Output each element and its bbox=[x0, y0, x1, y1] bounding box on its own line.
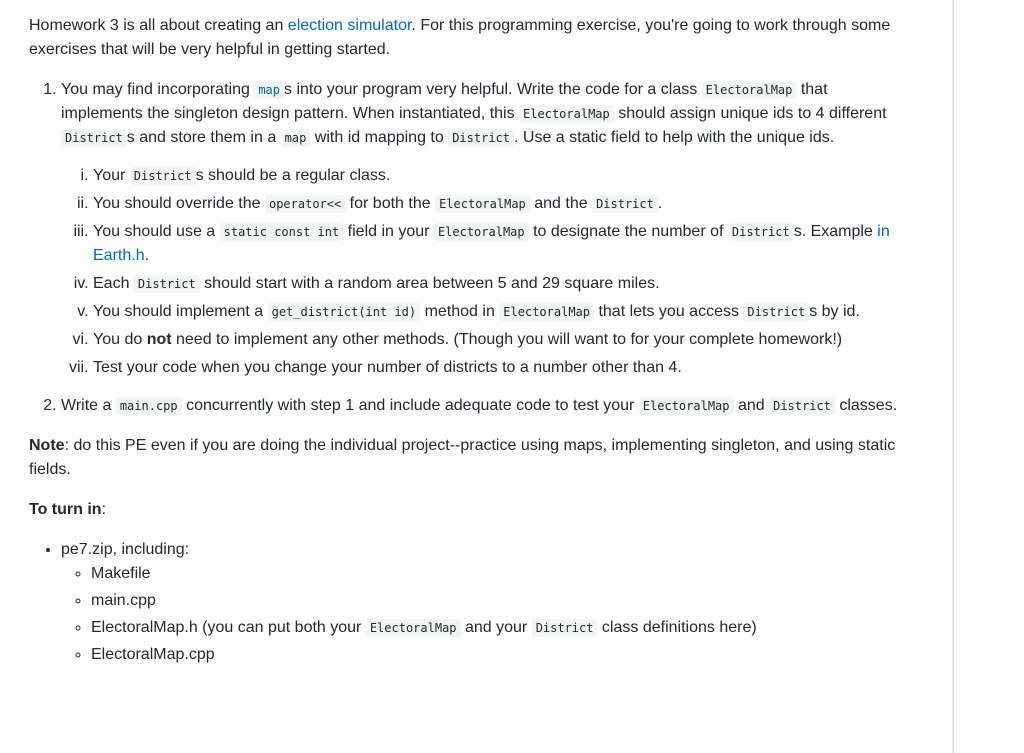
text: . bbox=[657, 195, 663, 212]
text: class definitions here) bbox=[597, 619, 757, 636]
text: s should be a regular class. bbox=[195, 167, 391, 184]
code-electoralmap: ElectoralMap bbox=[433, 223, 529, 241]
code-district: District bbox=[61, 129, 127, 147]
emphasis-not: not bbox=[146, 331, 172, 348]
text: You may find incorporating bbox=[61, 81, 255, 98]
text: You should implement a bbox=[93, 303, 268, 320]
file-list: Makefile main.cpp ElectoralMap.h (you ca… bbox=[61, 562, 909, 667]
code-electoralmap: ElectoralMap bbox=[519, 105, 614, 123]
text: and the bbox=[529, 195, 593, 212]
substep-iv: Each District should start with a random… bbox=[93, 272, 909, 296]
substeps-list: Your Districts should be a regular class… bbox=[61, 164, 909, 380]
code-district: District bbox=[133, 275, 200, 293]
substep-v: You should implement a get_district(int … bbox=[93, 300, 909, 324]
substep-vi: You do not need to implement any other m… bbox=[93, 328, 909, 352]
note-label: Note bbox=[29, 437, 65, 454]
code-district: District bbox=[769, 397, 835, 415]
step-2: Write a main.cpp concurrently with step … bbox=[61, 394, 909, 418]
text: should assign unique ids to 4 different bbox=[613, 105, 887, 122]
substep-ii: You should override the operator<< for b… bbox=[93, 192, 909, 216]
code-map: map bbox=[280, 129, 311, 147]
intro-paragraph: Homework 3 is all about creating an elec… bbox=[29, 14, 909, 62]
step-1: You may find incorporating maps into you… bbox=[61, 78, 909, 380]
code-get-district: get_district(int id) bbox=[267, 303, 421, 321]
code-district: District bbox=[743, 303, 810, 321]
document-content: Homework 3 is all about creating an elec… bbox=[29, 14, 909, 667]
file-item-main-cpp: main.cpp bbox=[91, 589, 909, 613]
text: for both the bbox=[345, 195, 436, 212]
intro-text: Homework 3 is all about creating an bbox=[29, 17, 288, 34]
text: with id mapping to bbox=[310, 129, 449, 146]
code-main-cpp: main.cpp bbox=[115, 397, 182, 415]
file-item-electoralmap-h: ElectoralMap.h (you can put both your El… bbox=[91, 616, 909, 640]
text: classes. bbox=[834, 397, 898, 414]
zip-label: pe7.zip, including: bbox=[61, 541, 190, 558]
code-electoralmap: ElectoralMap bbox=[499, 303, 594, 321]
text: should start with a random area between … bbox=[199, 275, 660, 292]
text: s and store them in a bbox=[126, 129, 281, 146]
text: to designate the number of bbox=[528, 223, 728, 240]
text: and bbox=[733, 397, 770, 414]
turnin-list: pe7.zip, including: Makefile main.cpp El… bbox=[29, 538, 909, 667]
sidebar-divider bbox=[952, 0, 954, 753]
turnin-zip-item: pe7.zip, including: Makefile main.cpp El… bbox=[61, 538, 909, 667]
file-name: Makefile bbox=[91, 565, 151, 582]
text: Write a bbox=[61, 397, 116, 414]
text: Your bbox=[93, 167, 130, 184]
text: . bbox=[144, 247, 150, 264]
text: concurrently with step 1 and include ade… bbox=[181, 397, 639, 414]
text: You do bbox=[93, 331, 147, 348]
steps-list: You may find incorporating maps into you… bbox=[29, 78, 909, 418]
text: Test your code when you change your numb… bbox=[93, 359, 682, 376]
text: s by id. bbox=[809, 303, 860, 320]
code-operator: operator<< bbox=[264, 195, 346, 213]
text: and your bbox=[460, 619, 532, 636]
code-district: District bbox=[129, 167, 196, 185]
code-electoralmap: ElectoralMap bbox=[638, 397, 734, 415]
note-paragraph: Note: do this PE even if you are doing t… bbox=[29, 434, 909, 482]
code-electoralmap: ElectoralMap bbox=[435, 195, 530, 213]
turnin-heading: To turn in: bbox=[29, 498, 909, 522]
substep-i: Your Districts should be a regular class… bbox=[93, 164, 909, 188]
text: method in bbox=[420, 303, 500, 320]
note-text: : do this PE even if you are doing the i… bbox=[29, 437, 896, 478]
file-name: ElectoralMap.h (you can put both your bbox=[91, 619, 366, 636]
code-district: District bbox=[448, 129, 514, 147]
turnin-colon: : bbox=[101, 501, 107, 518]
code-map: map bbox=[254, 81, 284, 99]
election-simulator-link[interactable]: election simulator bbox=[288, 17, 412, 34]
code-district: District bbox=[592, 195, 658, 213]
substep-vii: Test your code when you change your numb… bbox=[93, 356, 909, 380]
code-electoralmap: ElectoralMap bbox=[701, 81, 797, 99]
text: s. Example bbox=[793, 223, 878, 240]
text: that lets you access bbox=[594, 303, 744, 320]
code-electoralmap: ElectoralMap bbox=[365, 619, 461, 637]
text: You should use a bbox=[93, 223, 220, 240]
text: . Use a static field to help with the un… bbox=[514, 129, 835, 146]
file-item-electoralmap-cpp: ElectoralMap.cpp bbox=[91, 643, 909, 667]
text: You should override the bbox=[93, 195, 265, 212]
code-static-const-int: static const int bbox=[219, 223, 344, 241]
file-name: ElectoralMap.cpp bbox=[91, 646, 215, 663]
file-name: main.cpp bbox=[91, 592, 156, 609]
substep-iii: You should use a static const int field … bbox=[93, 220, 909, 268]
code-district: District bbox=[531, 619, 598, 637]
code-district: District bbox=[727, 223, 794, 241]
file-item-makefile: Makefile bbox=[91, 562, 909, 586]
turnin-label: To turn in bbox=[29, 501, 102, 518]
text: field in your bbox=[343, 223, 434, 240]
text: Each bbox=[93, 275, 134, 292]
text: s into your program very helpful. Write … bbox=[284, 81, 702, 98]
text: need to implement any other methods. (Th… bbox=[171, 331, 843, 348]
